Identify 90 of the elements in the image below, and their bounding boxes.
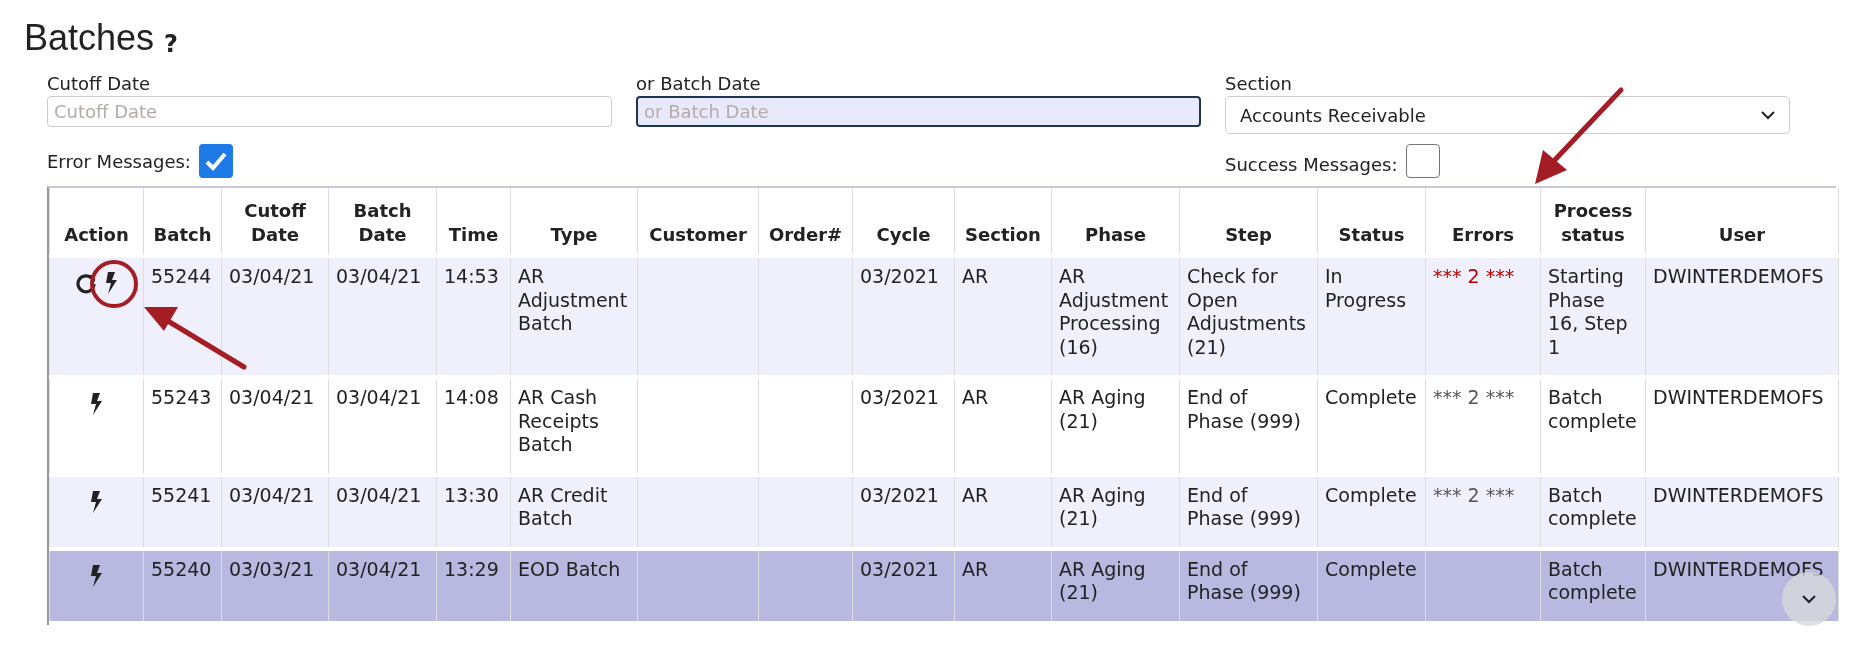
checkbox[interactable] [1405,144,1440,178]
table-cell: 55241 [151,483,212,506]
column-header: Section [954,188,1052,256]
table-cell: End of Phase (999) [1187,386,1301,432]
checkbox-label: Success Messages: [1225,152,1398,177]
column-header: Order# [758,188,853,256]
field-label: Section [1225,72,1293,96]
table-cell: Complete [1325,483,1417,506]
column-header: Type [510,188,638,256]
column-header: Process status [1540,188,1646,256]
table-cell: DWINTERDEMOFS [1653,386,1824,408]
checkbox[interactable] [198,144,233,178]
column-header: Batch [143,188,222,256]
table-row[interactable]: 55240 03/03/21 03/04/21 13:29 EOD Batch 03/2021 AR AR Aging (21) End of Phase (999) Complete Batch complete DWINTERDEMOFS [49,548,1839,623]
table-cell: AR [962,265,989,287]
table-cell: AR Aging (21) [1059,483,1146,529]
table-cell: DWINTERDEMOFS [1653,483,1824,506]
lightning-bolt-icon[interactable] [104,272,119,294]
column-header: Cutoff Date [221,188,329,256]
chevron-down-icon [1761,110,1775,120]
lightning-bolt-icon[interactable] [89,393,104,415]
table-cell: Batch complete [1548,483,1637,529]
table-cell: 55243 [151,386,212,408]
table-cell: AR Adjustment Batch [518,265,628,334]
table-cell: End of Phase (999) [1187,557,1301,603]
table-cell: AR Aging (21) [1059,386,1146,432]
table-cell: Complete [1325,557,1417,580]
table-cell: Batch complete [1548,557,1637,603]
table-cell: 03/04/21 [336,557,422,580]
date-field[interactable]: or Batch Date [636,96,1201,127]
field-label: or Batch Date [636,72,762,96]
table-cell: EOD Batch [518,557,621,580]
table-cell: Complete [1325,386,1417,408]
table-row[interactable]: 55241 03/04/21 03/04/21 13:30 AR Credit Batch 03/2021 AR AR Aging (21) End of Phase (999) Complete *** 2 *** Batch complete DWINTERDEMOFS [49,474,1839,549]
table-cell: 03/04/21 [229,483,315,506]
table-cell: *** 2 *** [1433,483,1515,506]
table-cell: AR Cash Receipts Batch [518,386,599,455]
table-cell: AR [962,386,989,408]
table-cell: DWINTERDEMOFS [1653,557,1824,580]
table-cell: Check for Open Adjustments (21) [1187,265,1306,358]
column-header: Cycle [852,188,955,256]
table-cell: 03/04/21 [229,265,315,287]
column-header: User [1645,188,1839,256]
column-header: Batch Date [328,188,437,256]
table-cell: 55244 [151,265,212,287]
column-header: Action [49,188,144,256]
table-cell: 55240 [151,557,212,580]
table-cell: 14:53 [444,265,499,287]
column-header: Errors [1425,188,1541,256]
table-cell: 03/2021 [860,557,939,580]
column-header: Step [1179,188,1318,256]
column-header: Status [1317,188,1426,256]
checkbox-label: Error Messages: [47,149,191,174]
table-cell: In Progress [1325,265,1407,311]
chevron-down-icon [1801,594,1817,604]
column-header: Phase [1051,188,1180,256]
table-cell: 03/04/21 [336,386,422,408]
table-cell: 13:29 [444,557,499,580]
table-cell: *** 2 *** [1433,386,1515,408]
table-row[interactable]: 55243 03/04/21 03/04/21 14:08 AR Cash Receipts Batch 03/2021 AR AR Aging (21) End of Phase (999) Complete *** 2 *** Batch complete DWINTERDEMOFS [49,377,1839,475]
table-cell: DWINTERDEMOFS [1653,265,1824,287]
table-cell: 03/2021 [860,483,939,506]
table-cell: AR Credit Batch [518,483,608,529]
page-title: Batches [24,16,155,60]
table-cell: End of Phase (999) [1187,483,1301,529]
help-icon[interactable]: ? [164,26,178,62]
table-row[interactable]: 55244 03/04/21 03/04/21 14:53 AR Adjustment Batch 03/2021 AR AR Adjustment Processing (16) Check for Open Adjustments (21) In Progress *** 2 *** Starting Phase 16, Step 1 DWINTERDEMOFS [49,256,1839,377]
table-cell: AR Aging (21) [1059,557,1146,603]
refresh-icon[interactable] [74,272,97,294]
table-cell: 03/2021 [860,386,939,408]
column-header: Time [436,188,511,256]
table-cell: AR [962,483,989,506]
lightning-bolt-icon[interactable] [89,564,104,587]
annotation-circle [88,258,140,310]
table-cell: Starting Phase 16, Step 1 [1548,265,1628,358]
table-cell: AR Adjustment Processing (16) [1059,265,1169,358]
table-cell: 14:08 [444,386,499,408]
lightning-bolt-icon[interactable] [89,490,104,513]
table-cell: 03/04/21 [229,386,315,408]
table-cell: 03/04/21 [336,265,422,287]
table-cell: 03/03/21 [229,557,315,580]
table-cell: *** 2 *** [1433,265,1515,287]
table-cell: 03/04/21 [336,483,422,506]
column-header: Customer [637,188,759,256]
section-dropdown[interactable]: Accounts Receivable [1225,96,1790,134]
table-cell: 03/2021 [860,265,939,287]
field-label: Cutoff Date [47,72,152,96]
table-cell: Batch complete [1548,386,1637,432]
table-cell: AR [962,557,989,580]
table-cell: 13:30 [444,483,499,506]
